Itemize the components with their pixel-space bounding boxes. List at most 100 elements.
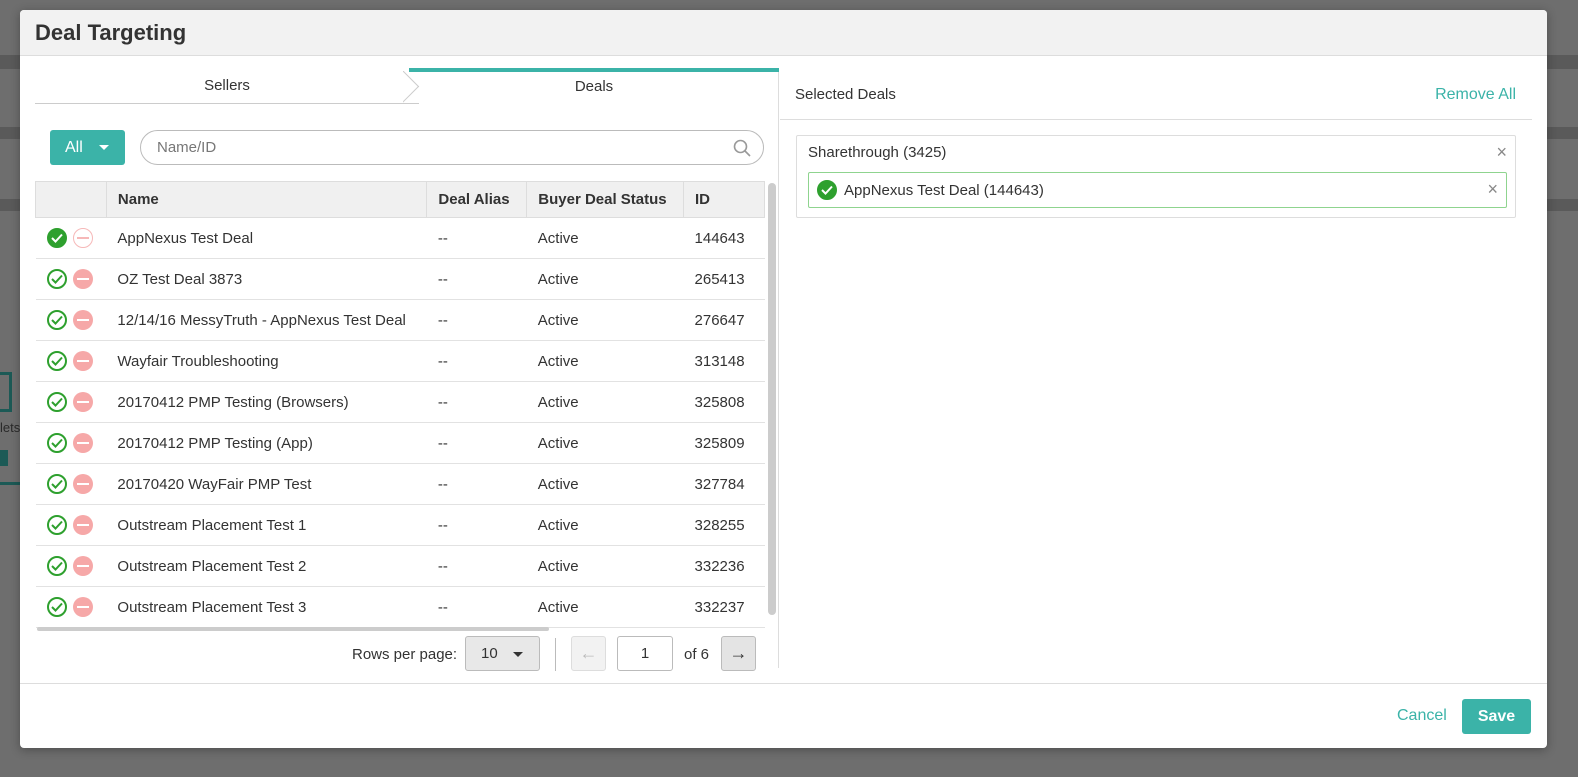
modal-title: Deal Targeting [35,20,187,45]
remove-seller-icon[interactable]: × [1496,142,1507,163]
row-actions [35,504,107,546]
table-row[interactable]: OZ Test Deal 3873 -- Active 265413 [35,258,765,300]
deal-status-cell: Active [526,381,684,423]
save-button[interactable]: Save [1462,699,1531,734]
exclude-block-icon[interactable] [72,351,93,371]
table-row[interactable]: Outstream Placement Test 2 -- Active 332236 [35,545,765,587]
exclude-block-icon[interactable] [72,228,93,248]
exclude-block-icon[interactable] [72,474,93,494]
row-actions [35,340,107,382]
deal-name-cell: Wayfair Troubleshooting [106,340,427,382]
caret-down-icon [513,652,523,657]
deal-id-cell: 327784 [683,463,765,505]
horizontal-scrollbar[interactable] [37,627,549,631]
next-page-button[interactable]: → [721,636,756,671]
deal-id-cell: 332236 [683,545,765,587]
column-header-id[interactable]: ID [683,181,765,218]
pagination: Rows per page: 10 ← 1 of 6 → [35,636,779,676]
deal-name-cell: Outstream Placement Test 3 [106,586,427,628]
column-header-deal-alias[interactable]: Deal Alias [426,181,528,218]
deal-status-cell: Active [526,545,684,587]
deal-alias-cell: -- [426,381,527,423]
background-checkbox [0,450,8,466]
deal-name-cell: AppNexus Test Deal [106,217,427,259]
include-check-icon[interactable] [46,269,67,289]
deal-id-cell: 276647 [683,299,765,341]
search-placeholder: Name/ID [157,139,217,156]
deals-browser-pane: Sellers Deals All Name/ID Name Deal Alia… [35,68,779,671]
deal-id-cell: 313148 [683,340,765,382]
include-check-icon[interactable] [46,351,67,371]
exclude-block-icon[interactable] [72,310,93,330]
deal-status-cell: Active [526,504,684,546]
deal-id-cell: 332237 [683,586,765,628]
table-row[interactable]: Outstream Placement Test 3 -- Active 332237 [35,586,765,628]
search-input[interactable]: Name/ID [140,130,764,165]
table-row[interactable]: Outstream Placement Test 1 -- Active 328255 [35,504,765,546]
exclude-block-icon[interactable] [72,597,93,617]
rows-per-page-select[interactable]: 10 [465,636,540,671]
deal-name-cell: 20170412 PMP Testing (Browsers) [106,381,427,423]
deal-id-cell: 144643 [683,217,765,259]
deal-id-cell: 265413 [683,258,765,300]
row-actions [35,586,107,628]
tab-bar: Sellers Deals [35,68,779,104]
exclude-block-icon[interactable] [72,392,93,412]
prev-page-button[interactable]: ← [571,636,606,671]
exclude-block-icon[interactable] [72,556,93,576]
page-number-input[interactable]: 1 [617,636,673,671]
table-row[interactable]: AppNexus Test Deal -- Active 144643 [35,217,765,259]
deal-alias-cell: -- [426,299,527,341]
rows-per-page-value: 10 [481,645,498,662]
exclude-block-icon[interactable] [72,433,93,453]
deal-alias-cell: -- [426,545,527,587]
include-check-icon[interactable] [46,515,67,535]
table-row[interactable]: Wayfair Troubleshooting -- Active 313148 [35,340,765,382]
remove-all-link[interactable]: Remove All [1435,86,1516,104]
table-header-row: Name Deal Alias Buyer Deal Status ID [35,181,765,218]
filter-row: All Name/ID [50,130,764,166]
tab-sellers[interactable]: Sellers [35,71,419,104]
deal-name-cell: 20170412 PMP Testing (App) [106,422,427,464]
deal-alias-cell: -- [426,217,527,259]
table-row[interactable]: 12/14/16 MessyTruth - AppNexus Test Deal… [35,299,765,341]
page-count-label: of 6 [684,646,710,663]
selected-deals-pane: Selected Deals Remove All Sharethrough (… [780,68,1532,668]
selected-deals-header: Selected Deals Remove All [780,68,1532,120]
tab-deals[interactable]: Deals [409,68,779,104]
deal-alias-cell: -- [426,258,527,300]
filter-all-dropdown[interactable]: All [50,130,125,165]
deals-table: Name Deal Alias Buyer Deal Status ID App… [35,181,765,628]
table-row[interactable]: 20170420 WayFair PMP Test -- Active 327784 [35,463,765,505]
include-check-icon[interactable] [46,392,67,412]
include-check-icon[interactable] [46,474,67,494]
table-row[interactable]: 20170412 PMP Testing (Browsers) -- Active 3… [35,381,765,423]
cancel-button[interactable]: Cancel [1397,707,1447,725]
include-check-icon[interactable] [46,228,67,248]
selected-deals-title: Selected Deals [795,86,896,103]
exclude-block-icon[interactable] [72,269,93,289]
include-check-icon[interactable] [46,433,67,453]
deals-table-wrap: Name Deal Alias Buyer Deal Status ID App… [35,181,779,629]
table-row[interactable]: 20170412 PMP Testing (App) -- Active 325809 [35,422,765,464]
background-divider [0,482,20,485]
pager-divider [555,638,556,671]
include-check-icon[interactable] [46,556,67,576]
deal-name-cell: Outstream Placement Test 2 [106,545,427,587]
include-check-icon[interactable] [46,597,67,617]
deal-status-cell: Active [526,217,684,259]
exclude-block-icon[interactable] [72,515,93,535]
deal-targeting-modal: Deal Targeting Sellers Deals All Name/ID [20,10,1547,748]
row-actions [35,381,107,423]
row-actions [35,422,107,464]
include-check-icon[interactable] [46,310,67,330]
search-icon[interactable] [733,139,751,157]
caret-down-icon [99,145,109,150]
remove-deal-icon[interactable]: × [1487,179,1498,200]
vertical-scrollbar[interactable] [768,183,776,615]
row-actions [35,258,107,300]
column-header-buyer-deal-status[interactable]: Buyer Deal Status [526,181,685,218]
column-header-name[interactable]: Name [105,181,428,218]
deal-alias-cell: -- [426,504,527,546]
deal-status-cell: Active [526,586,684,628]
